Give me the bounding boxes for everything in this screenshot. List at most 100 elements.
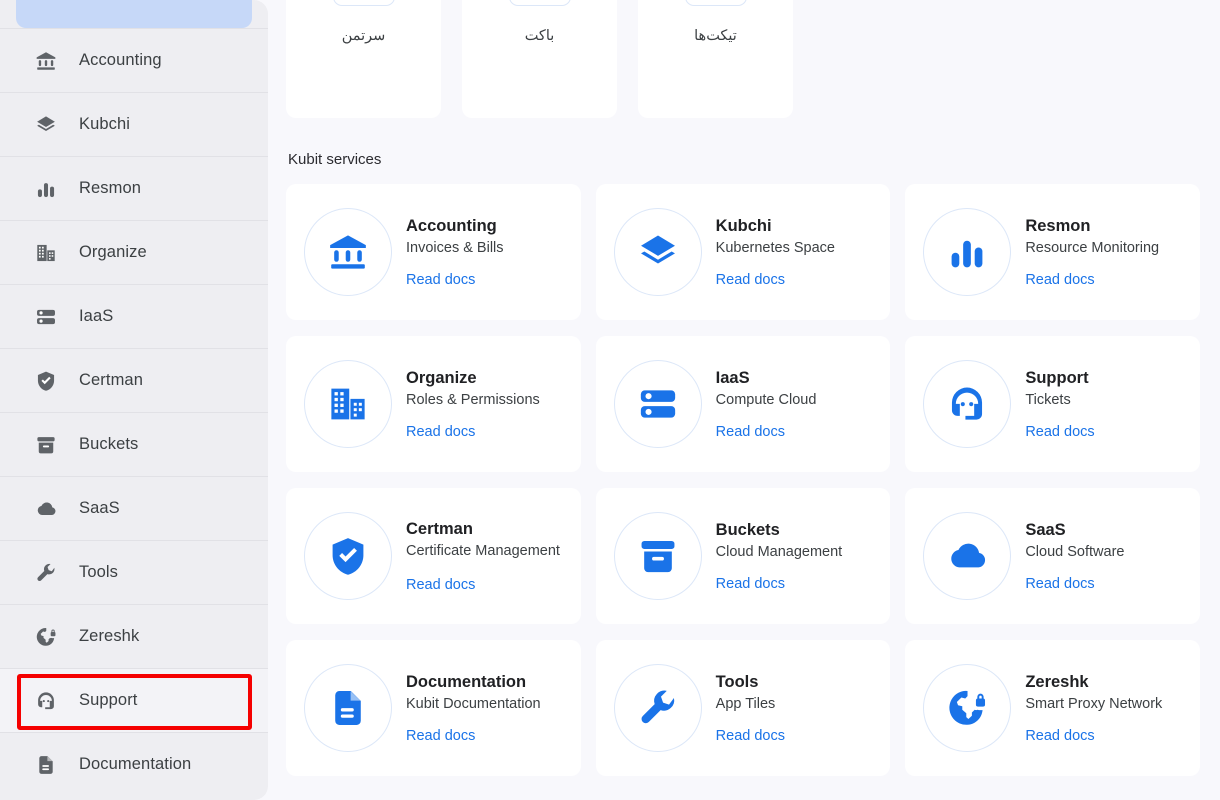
- service-card[interactable]: Accounting Invoices & Bills Read docs: [286, 184, 581, 320]
- sidebar-item-certman[interactable]: Certman: [0, 348, 268, 412]
- quick-tile[interactable]: باکت: [462, 0, 617, 118]
- sidebar-item-label: Support: [79, 691, 138, 709]
- document-icon: [34, 753, 58, 777]
- service-card[interactable]: Kubchi Kubernetes Space Read docs: [595, 184, 891, 320]
- service-card-body: Accounting Invoices & Bills Read docs: [406, 216, 504, 289]
- service-card-subtitle: Smart Proxy Network: [1025, 695, 1163, 712]
- building-icon: [34, 241, 58, 265]
- service-card-body: IaaS Compute Cloud Read docs: [716, 368, 817, 441]
- sidebar-item-accounting[interactable]: Accounting: [0, 28, 268, 92]
- sidebar-item-support[interactable]: Support: [0, 668, 268, 732]
- service-card[interactable]: SaaS Cloud Software Read docs: [905, 488, 1200, 624]
- service-card-body: Resmon Resource Monitoring Read docs: [1025, 216, 1159, 289]
- archive-icon: [34, 433, 58, 457]
- quick-tile[interactable]: سرتمن: [286, 0, 441, 118]
- service-card[interactable]: Certman Certificate Management Read docs: [286, 488, 581, 624]
- read-docs-link[interactable]: Read docs: [406, 728, 541, 744]
- service-card-title: Certman: [406, 520, 473, 539]
- service-card[interactable]: Documentation Kubit Documentation Read doc…: [286, 640, 581, 776]
- sidebar-item-label: Zereshk: [79, 627, 140, 645]
- service-card-subtitle: Roles & Permissions: [406, 391, 540, 408]
- services-grid: Accounting Invoices & Bills Read docs Kubch…: [286, 184, 1200, 776]
- sidebar-item-resmon[interactable]: Resmon: [0, 156, 268, 220]
- sidebar-item-organize[interactable]: Organize: [0, 220, 268, 284]
- bank-icon: [304, 208, 392, 296]
- service-card-title: IaaS: [715, 368, 750, 387]
- service-card-body: Documentation Kubit Documentation Read doc…: [406, 672, 541, 745]
- service-card-subtitle: Kubernetes Space: [715, 239, 835, 256]
- service-card[interactable]: Support Tickets Read docs: [905, 336, 1200, 472]
- service-card-title: Buckets: [715, 520, 780, 539]
- globe-lock-icon: [923, 664, 1012, 752]
- bank-icon: [34, 49, 58, 73]
- service-card-body: Buckets Cloud Management Read docs: [716, 520, 843, 593]
- sidebar-item-label: Documentation: [79, 755, 192, 773]
- service-card-body: SaaS Cloud Software Read docs: [1025, 520, 1124, 593]
- service-card-subtitle: Cloud Management: [715, 543, 843, 560]
- server-icon: [34, 305, 58, 329]
- service-card-title: Organize: [406, 368, 477, 387]
- read-docs-link[interactable]: Read docs: [406, 272, 504, 288]
- globe-lock-icon: [34, 625, 58, 649]
- sidebar-item-kubchi[interactable]: Kubchi: [0, 92, 268, 156]
- sidebar-nav-list: Accounting Kubchi Resmon Organize IaaS Certma…: [0, 28, 268, 796]
- read-docs-link[interactable]: Read docs: [1025, 424, 1094, 440]
- read-docs-link[interactable]: Read docs: [716, 424, 817, 440]
- sidebar-item-label: Tools: [79, 563, 119, 581]
- sidebar-item-documentation[interactable]: Documentation: [0, 732, 268, 796]
- service-card-body: Zereshk Smart Proxy Network Read docs: [1025, 672, 1162, 745]
- quick-tile-label: باکت: [524, 28, 555, 44]
- service-card-body: Tools App Tiles Read docs: [716, 672, 785, 745]
- service-card-subtitle: Tickets: [1025, 391, 1071, 408]
- service-card[interactable]: Buckets Cloud Management Read docs: [595, 488, 891, 624]
- cloud-icon: [923, 512, 1012, 600]
- read-docs-link[interactable]: Read docs: [406, 577, 560, 593]
- archive-icon: [613, 512, 702, 600]
- shield-check-icon: [304, 512, 392, 600]
- service-card-title: Support: [1025, 368, 1089, 387]
- document-icon: [304, 664, 392, 752]
- page-title: Kubit services: [288, 151, 382, 168]
- headset-icon: [923, 360, 1012, 448]
- read-docs-link[interactable]: Read docs: [716, 272, 835, 288]
- wrench-icon: [613, 664, 702, 752]
- service-card[interactable]: Zereshk Smart Proxy Network Read docs: [905, 640, 1200, 776]
- sidebar-item-label: Kubchi: [79, 115, 131, 133]
- service-card-title: SaaS: [1025, 520, 1066, 539]
- server-icon: [613, 360, 702, 448]
- read-docs-link[interactable]: Read docs: [716, 576, 843, 592]
- app-root: Accounting Kubchi Resmon Organize IaaS Certma…: [0, 0, 1220, 800]
- service-card[interactable]: Tools App Tiles Read docs: [595, 640, 891, 776]
- sidebar-item-tools[interactable]: Tools: [0, 540, 268, 604]
- bar-chart-icon: [923, 208, 1012, 296]
- quick-tile[interactable]: تیکت‌ها: [638, 0, 793, 118]
- read-docs-link[interactable]: Read docs: [1025, 272, 1159, 288]
- service-card-body: Kubchi Kubernetes Space Read docs: [716, 216, 835, 289]
- sidebar-item-label: Accounting: [79, 51, 162, 69]
- service-card[interactable]: Resmon Resource Monitoring Read docs: [905, 184, 1200, 320]
- service-card-body: Support Tickets Read docs: [1025, 368, 1094, 441]
- read-docs-link[interactable]: Read docs: [716, 728, 785, 744]
- headset-icon: [684, 0, 747, 6]
- read-docs-link[interactable]: Read docs: [406, 424, 540, 440]
- sidebar-item-zereshk[interactable]: Zereshk: [0, 604, 268, 668]
- read-docs-link[interactable]: Read docs: [1025, 576, 1124, 592]
- service-card[interactable]: IaaS Compute Cloud Read docs: [595, 336, 891, 472]
- service-card-subtitle: Kubit Documentation: [406, 695, 541, 712]
- service-card-title: Tools: [715, 672, 759, 691]
- sidebar-item-buckets[interactable]: Buckets: [0, 412, 268, 476]
- sidebar-item-saas[interactable]: SaaS: [0, 476, 268, 540]
- service-card-title: Kubchi: [715, 216, 772, 235]
- sidebar-item-label: Buckets: [79, 435, 139, 453]
- sidebar-item-label: Certman: [79, 371, 143, 389]
- sidebar-item-iaas[interactable]: IaaS: [0, 284, 268, 348]
- read-docs-link[interactable]: Read docs: [1025, 728, 1162, 744]
- service-card-subtitle: Invoices & Bills: [406, 239, 504, 256]
- service-card[interactable]: Organize Roles & Permissions Read docs: [286, 336, 581, 472]
- quick-tile-label: تیکت‌ها: [694, 28, 737, 44]
- archive-icon: [508, 0, 571, 6]
- service-card-body: Certman Certificate Management Read docs: [406, 519, 560, 593]
- bar-chart-icon: [34, 177, 58, 201]
- layers-icon: [34, 113, 58, 137]
- sidebar-item-active-partial[interactable]: [16, 0, 252, 28]
